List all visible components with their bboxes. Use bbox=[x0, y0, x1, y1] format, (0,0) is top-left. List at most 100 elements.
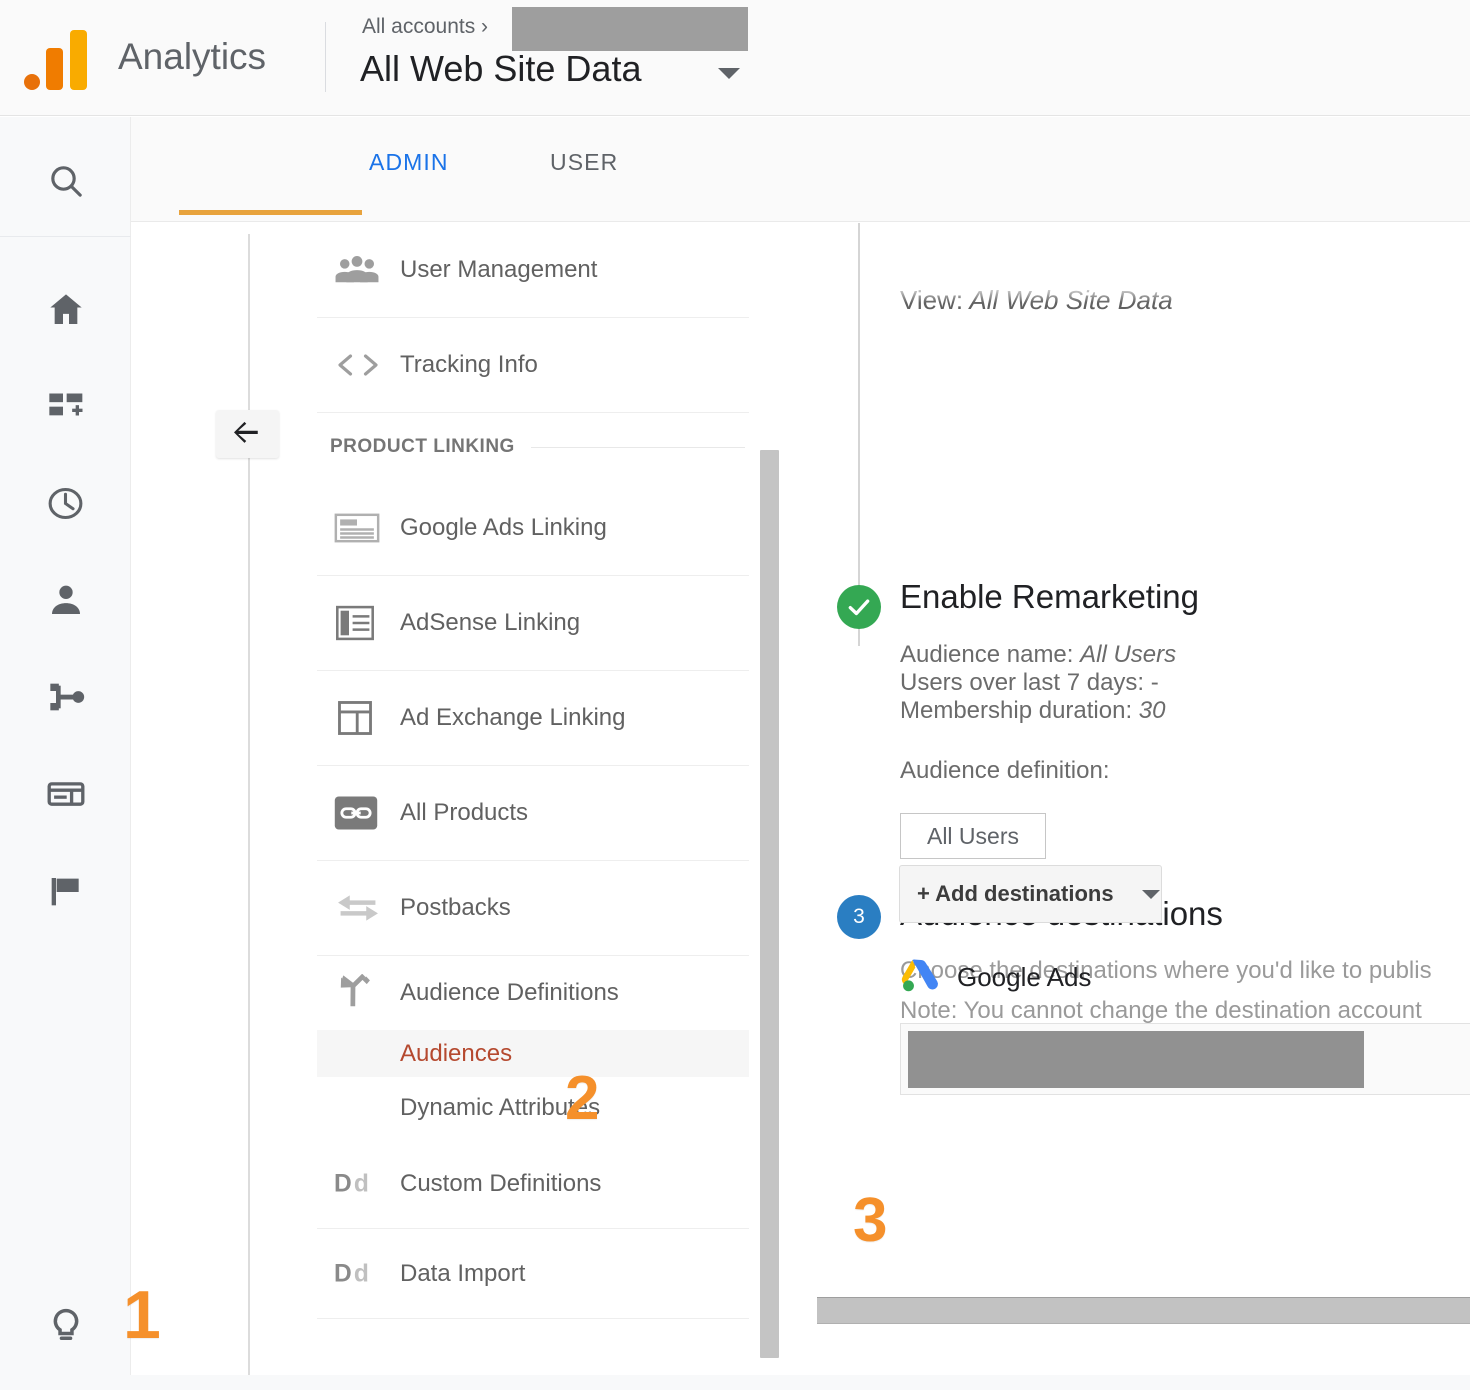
sidebar-item-search[interactable] bbox=[0, 144, 131, 218]
destination-account-redaction bbox=[908, 1031, 1364, 1088]
sidebar-item-home[interactable] bbox=[0, 272, 131, 346]
users-last-7-days: Users over last 7 days: - bbox=[900, 668, 1159, 696]
menu-item-audience-definitions[interactable]: Audience Definitions bbox=[317, 956, 749, 1030]
chevron-down-icon[interactable] bbox=[718, 68, 740, 79]
analytics-admin-screen: Analytics All accounts › All Web Site Da… bbox=[0, 0, 1470, 1390]
menu-item-google-ads-linking[interactable]: Google Ads Linking bbox=[317, 481, 749, 576]
annotation-3: 3 bbox=[853, 1186, 888, 1255]
menu-item-label: Ad Exchange Linking bbox=[400, 704, 626, 731]
google-ads-logo bbox=[898, 954, 940, 1001]
check-circle-icon bbox=[837, 585, 881, 629]
section-product-linking: PRODUCT LINKING bbox=[317, 413, 749, 481]
menu-item-label: User Management bbox=[400, 256, 598, 283]
section-title: PRODUCT LINKING bbox=[330, 436, 515, 457]
audience-name-label: Audience name: bbox=[900, 641, 1074, 668]
submenu-item-dynamic-attributes[interactable]: Dynamic Attributes bbox=[317, 1077, 749, 1139]
clock-icon bbox=[45, 483, 86, 524]
membership-duration-row: Membership duration: 30 bbox=[900, 697, 1176, 725]
menu-item-ad-exchange-linking[interactable]: Ad Exchange Linking bbox=[317, 671, 749, 766]
remarketing-meta: Audience name: All Users Users over last… bbox=[900, 641, 1176, 724]
menu-item-postbacks[interactable]: Postbacks bbox=[317, 861, 749, 956]
add-destinations-button[interactable]: + Add destinations bbox=[899, 865, 1162, 923]
add-destinations-label: + Add destinations bbox=[917, 881, 1114, 906]
menu-scrollbar[interactable] bbox=[760, 450, 779, 1358]
account-name-redaction bbox=[512, 7, 748, 51]
annotation-2: 2 bbox=[565, 1064, 600, 1133]
flag-icon bbox=[46, 871, 86, 911]
people-icon bbox=[334, 254, 400, 286]
menu-item-label: Google Ads Linking bbox=[400, 514, 607, 541]
bottom-strip bbox=[0, 1375, 1470, 1390]
menu-item-label: Audience Definitions bbox=[400, 979, 619, 1006]
tab-strip: ADMIN USER bbox=[131, 117, 1470, 222]
annotation-1: 1 bbox=[123, 1277, 161, 1353]
scroll-fade-mask bbox=[870, 263, 1470, 303]
menu-item-custom-definitions[interactable]: D d Custom Definitions bbox=[317, 1139, 749, 1229]
chevron-down-icon bbox=[1141, 889, 1160, 899]
submenu-item-label: Audiences bbox=[400, 1039, 513, 1067]
code-brackets-icon bbox=[334, 349, 400, 381]
sidebar-item-conversions[interactable] bbox=[0, 854, 131, 928]
rail-divider bbox=[0, 236, 131, 237]
adsense-panel-icon bbox=[334, 605, 400, 641]
home-icon bbox=[46, 289, 86, 329]
brand-divider bbox=[325, 22, 326, 92]
sidebar-item-acquisition[interactable] bbox=[0, 660, 131, 734]
link-chain-icon bbox=[334, 795, 400, 831]
menu-item-adsense-linking[interactable]: AdSense Linking bbox=[317, 576, 749, 671]
sidebar-item-realtime[interactable] bbox=[0, 466, 131, 540]
tab-admin[interactable]: ADMIN bbox=[359, 149, 459, 221]
collapse-panel-button[interactable] bbox=[216, 410, 279, 458]
destination-account-field[interactable] bbox=[900, 1023, 1470, 1095]
menu-item-user-management[interactable]: User Management bbox=[317, 223, 749, 318]
membership-duration-label: Membership duration: bbox=[900, 696, 1133, 724]
audience-name-row: Audience name: All Users bbox=[900, 641, 1176, 669]
dashboard-plus-icon bbox=[46, 386, 86, 426]
audience-definition-chip[interactable]: All Users bbox=[900, 813, 1046, 859]
submenu-item-audiences[interactable]: Audiences bbox=[317, 1030, 749, 1077]
search-icon bbox=[46, 161, 86, 201]
menu-item-data-import[interactable]: D d Data Import bbox=[317, 1229, 749, 1319]
menu-vertical-divider bbox=[248, 234, 250, 1390]
section-rule bbox=[530, 446, 745, 448]
menu-item-all-products[interactable]: All Products bbox=[317, 766, 749, 861]
person-icon bbox=[46, 580, 86, 620]
membership-duration-value: 30 bbox=[1138, 696, 1166, 724]
horizontal-scrollbar[interactable] bbox=[817, 1297, 1470, 1324]
brand-name: Analytics bbox=[118, 36, 267, 77]
share-nodes-icon bbox=[46, 677, 86, 717]
svg-text:D: D bbox=[334, 1170, 352, 1197]
svg-text:d: d bbox=[354, 1170, 369, 1197]
sidebar-item-behavior[interactable] bbox=[0, 757, 131, 831]
sidebar-item-discover[interactable] bbox=[0, 1289, 131, 1363]
tab-user[interactable]: USER bbox=[540, 149, 628, 221]
window-layout-icon bbox=[45, 773, 87, 815]
ad-exchange-icon bbox=[334, 699, 400, 737]
svg-text:D: D bbox=[334, 1260, 352, 1287]
menu-item-label: Custom Definitions bbox=[400, 1169, 602, 1197]
left-nav-rail bbox=[0, 117, 131, 1390]
lightbulb-icon bbox=[45, 1305, 87, 1347]
view-selector-title[interactable]: All Web Site Data bbox=[360, 48, 641, 90]
sidebar-item-audience[interactable] bbox=[0, 563, 131, 637]
dd-icon: D d bbox=[334, 1260, 400, 1288]
menu-item-label: All Products bbox=[400, 799, 529, 826]
destination-google-ads: Google Ads bbox=[898, 954, 1091, 1001]
google-analytics-logo bbox=[24, 28, 90, 90]
step-connector-line bbox=[858, 223, 860, 646]
menu-item-label: Postbacks bbox=[400, 894, 511, 921]
dd-icon: D d bbox=[334, 1170, 400, 1198]
svg-text:d: d bbox=[354, 1260, 369, 1287]
menu-item-label: Tracking Info bbox=[400, 351, 538, 378]
postbacks-arrows-icon bbox=[334, 889, 400, 927]
step-number-badge: 3 bbox=[837, 895, 881, 939]
tab-active-underline bbox=[179, 210, 362, 215]
arrow-left-icon bbox=[232, 417, 264, 452]
sidebar-item-customization[interactable] bbox=[0, 369, 131, 443]
menu-item-tracking-info[interactable]: Tracking Info bbox=[317, 318, 749, 413]
breadcrumb[interactable]: All accounts › bbox=[362, 15, 488, 39]
top-bar: Analytics All accounts › All Web Site Da… bbox=[0, 0, 1470, 116]
audience-name-value: All Users bbox=[1080, 641, 1177, 668]
audience-branch-icon bbox=[334, 974, 400, 1012]
section-title-enable-remarketing: Enable Remarketing bbox=[900, 578, 1199, 615]
